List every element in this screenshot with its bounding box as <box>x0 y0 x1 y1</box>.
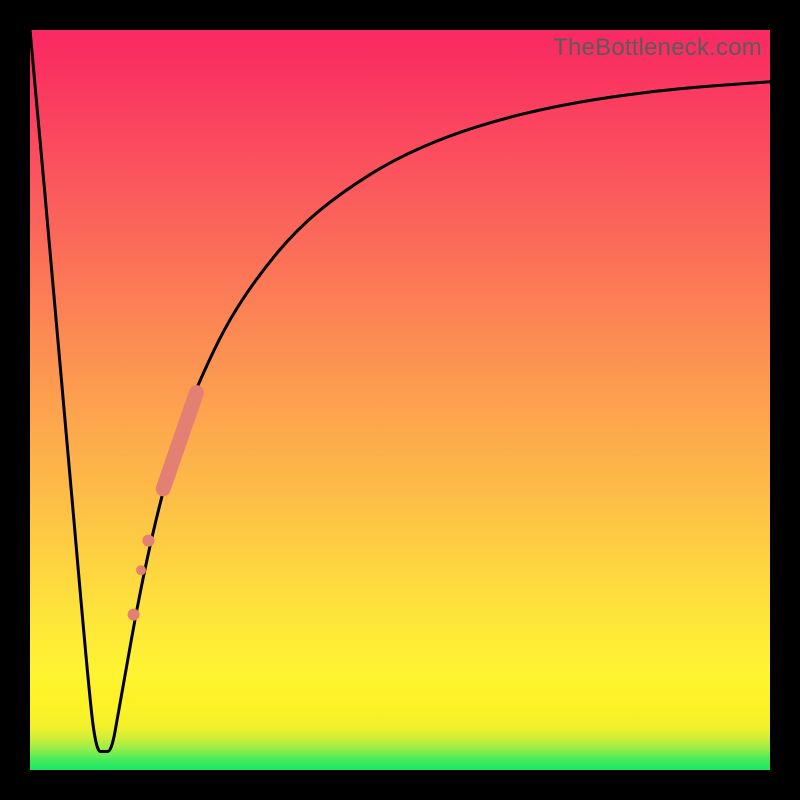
curve-layer <box>30 30 770 770</box>
chart-frame: TheBottleneck.com <box>0 0 800 800</box>
marker-segment <box>163 393 196 489</box>
marker-dot-b2 <box>136 565 146 575</box>
bottleneck-curve <box>30 30 770 752</box>
plot-area: TheBottleneck.com <box>30 30 770 770</box>
marker-dot-b1 <box>142 535 154 547</box>
watermark-text: TheBottleneck.com <box>553 34 762 62</box>
marker-dot-b3 <box>128 609 140 621</box>
